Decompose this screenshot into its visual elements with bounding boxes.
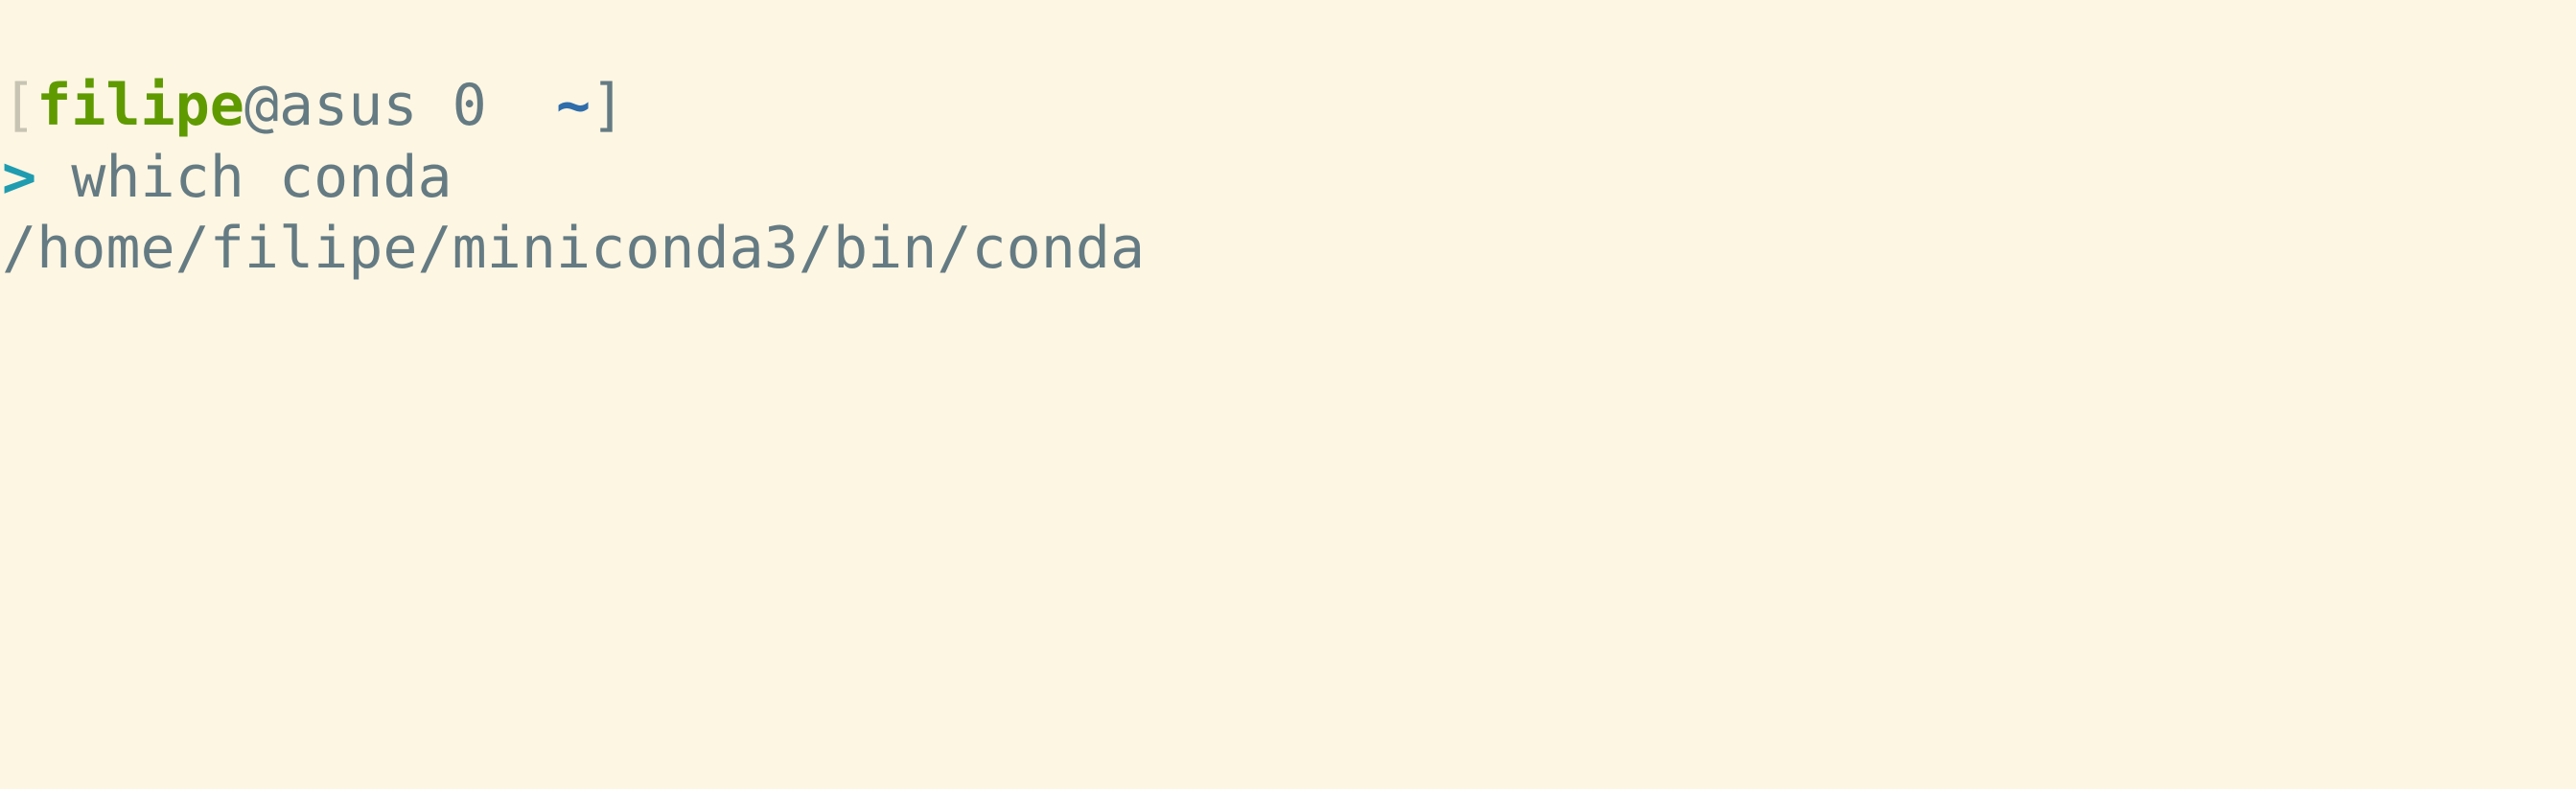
prompt-cwd: ~ [556, 72, 592, 139]
output-text: /home/filipe/miniconda3/bin/conda [2, 215, 1146, 282]
prompt-at: @ [244, 72, 279, 139]
terminal-window[interactable]: [filipe@asus 0 ~] > which conda /home/fi… [0, 0, 2576, 789]
prompt-arrow-icon: > [2, 144, 37, 211]
prompt-exit-status: 0 [417, 72, 556, 139]
prompt-user: filipe [36, 72, 244, 139]
prompt-close-bracket: ] [591, 72, 626, 139]
prompt-host: asus [279, 72, 418, 139]
prompt-line: [filipe@asus 0 ~] [2, 70, 625, 141]
command-line[interactable]: > which conda [2, 142, 453, 213]
command-output: /home/filipe/miniconda3/bin/conda [2, 213, 1145, 284]
command-text: which conda [36, 144, 453, 211]
prompt-open-bracket: [ [2, 72, 37, 139]
